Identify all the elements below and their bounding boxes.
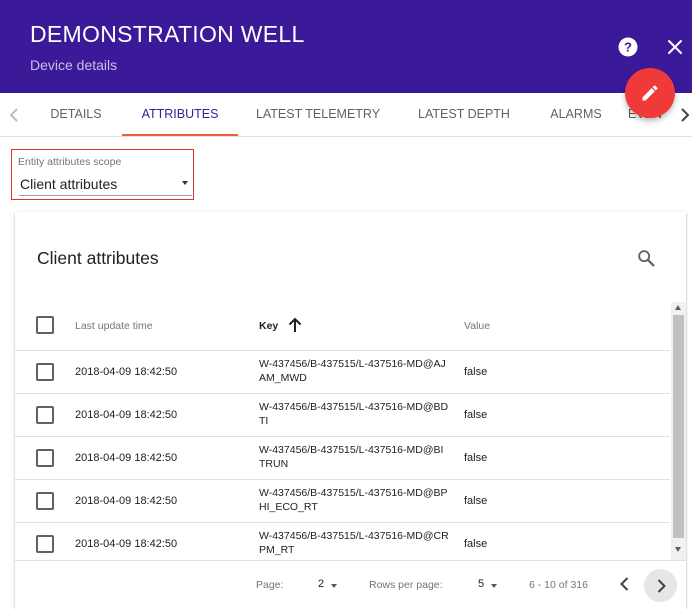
dialog-header: DEMONSTRATION WELL Device details ? [0,0,692,93]
chevron-right-icon [681,108,690,122]
row-checkbox[interactable] [36,535,54,553]
tabs-scroll-right-button[interactable] [677,105,692,125]
next-page-button[interactable] [644,569,677,602]
table-row[interactable]: 2018-04-09 18:42:50 W-437456/B-437515/L-… [15,479,670,522]
scope-value: Client attributes [20,176,118,192]
cell-key: W-437456/B-437515/L-437516-MD@CRPM_RT [259,530,449,556]
cell-last-update-time: 2018-04-09 18:42:50 [75,366,178,378]
column-header-value[interactable]: Value [464,320,490,332]
cell-value: false [464,452,488,464]
entity-attributes-scope-select[interactable]: Entity attributes scope Client attribute… [11,149,194,200]
search-button[interactable] [635,247,657,269]
tabs-scroll-left-button[interactable] [6,105,24,125]
row-checkbox[interactable] [36,492,54,510]
card-title: Client attributes [37,248,159,268]
scrollbar-thumb[interactable] [673,315,684,538]
edit-button[interactable] [625,68,675,118]
tab-alarms[interactable]: ALARMS [530,93,622,136]
cell-last-update-time: 2018-04-09 18:42:50 [75,495,178,507]
rows-per-page-label: Rows per page: [369,579,443,591]
attributes-card: Client attributes Last update time Key V… [15,212,686,609]
cell-key: W-437456/B-437515/L-437516-MD@AJAM_MWD [259,358,446,384]
chevron-left-icon [9,108,18,122]
rows-per-page-select[interactable]: 5 [478,578,484,590]
rows-select-caret-icon[interactable] [491,584,497,588]
page-subtitle: Device details [30,57,118,73]
search-icon [638,250,655,267]
svg-text:?: ? [624,40,632,55]
scope-underline [19,195,192,196]
page-label: Page: [256,579,284,591]
active-tab-indicator [122,134,238,136]
column-header-last-update-time[interactable]: Last update time [75,320,153,332]
cell-key: W-437456/B-437515/L-437516-MD@BITRUN [259,444,444,470]
page-title: DEMONSTRATION WELL [30,21,305,47]
sort-arrow-up-icon[interactable] [286,316,304,334]
table-body: 2018-04-09 18:42:50 W-437456/B-437515/L-… [15,350,670,560]
page-select-caret-icon[interactable] [331,584,337,588]
edit-icon [642,85,658,101]
cell-key: W-437456/B-437515/L-437516-MD@BPHI_ECO_R… [259,487,448,513]
close-button[interactable] [664,36,686,58]
help-icon: ? [618,37,638,57]
row-checkbox[interactable] [36,406,54,424]
table-row[interactable]: 2018-04-09 18:42:50 W-437456/B-437515/L-… [15,350,670,393]
cell-last-update-time: 2018-04-09 18:42:50 [75,538,178,550]
dropdown-caret-icon [182,181,188,185]
tab-details[interactable]: DETAILS [30,93,122,136]
tab-latest-telemetry[interactable]: LATEST TELEMETRY [238,93,398,136]
cell-value: false [464,495,488,507]
scroll-down-arrow-icon[interactable] [675,547,681,552]
tab-attributes[interactable]: ATTRIBUTES [122,93,238,136]
close-icon [668,40,682,54]
pagination-range: 6 - 10 of 316 [529,579,588,591]
cell-value: false [464,409,488,421]
previous-page-button[interactable] [615,573,635,595]
cell-last-update-time: 2018-04-09 18:42:50 [75,452,178,464]
column-header-key[interactable]: Key [259,320,278,332]
row-checkbox[interactable] [36,363,54,381]
cell-value: false [464,366,488,378]
select-all-checkbox[interactable] [36,316,54,334]
tab-latest-depth[interactable]: LATEST DEPTH [398,93,530,136]
row-checkbox[interactable] [36,449,54,467]
cell-last-update-time: 2018-04-09 18:42:50 [75,409,178,421]
chevron-left-icon [620,577,629,591]
chevron-right-icon [657,578,666,593]
pagination-bar: Page: 2 Rows per page: 5 6 - 10 of 316 [15,560,686,609]
scroll-up-arrow-icon[interactable] [675,305,681,310]
table-row[interactable]: 2018-04-09 18:42:50 W-437456/B-437515/L-… [15,436,670,479]
page-select[interactable]: 2 [318,578,324,590]
table-scrollbar[interactable] [671,302,686,560]
help-button[interactable]: ? [616,35,640,59]
table-row[interactable]: 2018-04-09 18:42:50 W-437456/B-437515/L-… [15,522,670,560]
cell-value: false [464,538,488,550]
scope-label: Entity attributes scope [18,156,122,168]
tab-bar: DETAILS ATTRIBUTES LATEST TELEMETRY LATE… [0,93,692,137]
table-row[interactable]: 2018-04-09 18:42:50 W-437456/B-437515/L-… [15,393,670,436]
cell-key: W-437456/B-437515/L-437516-MD@BDTI [259,401,449,427]
